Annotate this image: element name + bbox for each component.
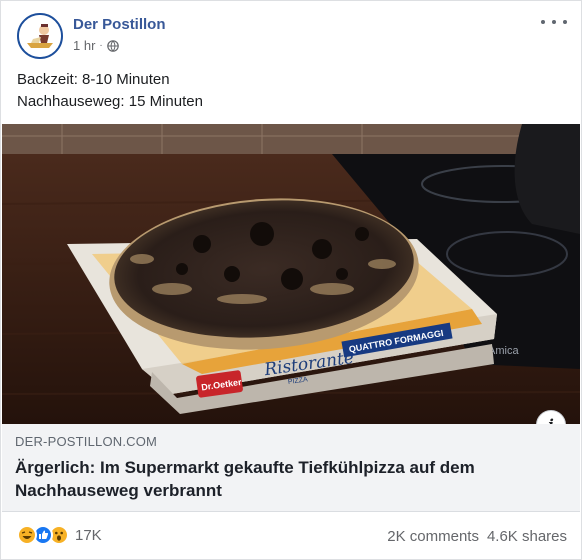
more-dot-icon bbox=[552, 20, 556, 24]
post-footer: 17K 2K comments 4.6K shares bbox=[17, 521, 567, 551]
post-image[interactable]: Amica Dr.Oetker Ristorante PIZZA QUATTRO… bbox=[2, 124, 580, 424]
info-icon: i bbox=[548, 416, 554, 424]
burnt-pizza-image: Amica Dr.Oetker Ristorante PIZZA QUATTRO… bbox=[2, 124, 580, 424]
haha-icon bbox=[17, 525, 37, 545]
meta-separator: · bbox=[99, 40, 103, 51]
more-dot-icon bbox=[541, 20, 545, 24]
reaction-count: 17K bbox=[75, 526, 102, 544]
reactions-summary[interactable]: 17K bbox=[17, 525, 102, 545]
engagement-stats: 2K comments 4.6K shares bbox=[387, 528, 567, 545]
post-text-line: Nachhauseweg: 15 Minuten bbox=[17, 93, 203, 110]
page-avatar[interactable] bbox=[17, 13, 63, 59]
comments-count[interactable]: 2K comments bbox=[387, 528, 479, 545]
more-dot-icon bbox=[563, 20, 567, 24]
post-time[interactable]: 1 hr bbox=[73, 38, 95, 53]
more-options-button[interactable] bbox=[541, 13, 567, 31]
post-text: Backzeit: 8-10 Minuten Nachhauseweg: 15 … bbox=[17, 69, 567, 113]
link-preview[interactable]: DER-POSTILLON.COM Ärgerlich: Im Supermar… bbox=[2, 424, 580, 512]
post-card: Der Postillon 1 hr · Backzeit: 8-10 Minu… bbox=[0, 0, 582, 560]
post-meta: 1 hr · bbox=[73, 38, 119, 53]
link-domain: DER-POSTILLON.COM bbox=[15, 434, 158, 449]
shares-count[interactable]: 4.6K shares bbox=[487, 528, 567, 545]
link-title[interactable]: Ärgerlich: Im Supermarkt gekaufte Tiefkü… bbox=[15, 456, 555, 502]
postillon-logo-icon bbox=[19, 15, 61, 57]
post-header: Der Postillon 1 hr · bbox=[17, 13, 567, 59]
globe-icon bbox=[106, 39, 119, 52]
page-name[interactable]: Der Postillon bbox=[73, 16, 166, 33]
post-text-line: Backzeit: 8-10 Minuten bbox=[17, 71, 170, 88]
